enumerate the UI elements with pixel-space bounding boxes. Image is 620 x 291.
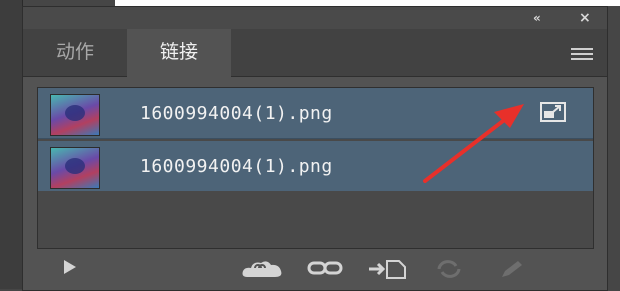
link-filename: 1600994004(1).png (140, 156, 333, 177)
hamburger-menu-icon[interactable] (571, 48, 593, 60)
tab-actions[interactable]: 动作 (23, 29, 127, 76)
panel-footer (23, 247, 607, 290)
close-icon[interactable]: × (579, 10, 591, 26)
tab-links[interactable]: 链接 (127, 29, 231, 77)
image-thumbnail (50, 94, 100, 136)
update-icon (437, 260, 461, 278)
collapse-icon[interactable]: « (533, 10, 541, 26)
image-thumbnail (50, 147, 100, 189)
panel-titlebar: « × (23, 7, 607, 29)
go-to-link-icon[interactable] (540, 102, 566, 122)
cloud-icon[interactable] (241, 259, 285, 279)
side-dock (0, 0, 23, 289)
relink-icon[interactable] (307, 259, 343, 277)
link-filename: 1600994004(1).png (140, 103, 333, 124)
panel-tabs: 动作 链接 (23, 29, 607, 77)
links-list: 1600994004(1).png 1600994004(1).png (37, 87, 594, 249)
play-icon[interactable] (63, 259, 77, 275)
links-panel: « × 动作 链接 1600994004(1).png 1600994004(1… (22, 6, 608, 291)
edit-original-icon (502, 261, 522, 277)
list-item[interactable]: 1600994004(1).png (38, 88, 593, 139)
embed-icon[interactable] (367, 259, 407, 279)
list-item[interactable]: 1600994004(1).png (38, 141, 593, 191)
